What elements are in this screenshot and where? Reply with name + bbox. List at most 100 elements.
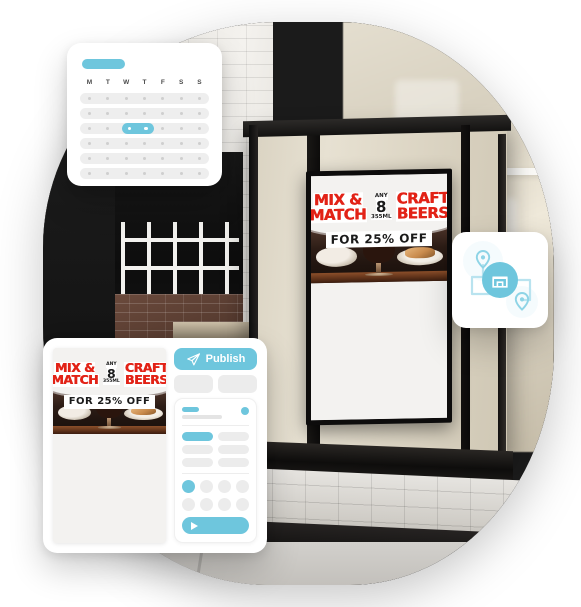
- calendar-selected-range[interactable]: [121, 123, 154, 134]
- option-pill[interactable]: [218, 458, 249, 467]
- locations-network-card[interactable]: [452, 232, 548, 328]
- calendar-day-cell[interactable]: [193, 123, 206, 134]
- calendar-week-row[interactable]: [80, 168, 209, 179]
- map-pin-dot: [519, 297, 525, 302]
- calendar-day-cell[interactable]: [120, 108, 133, 119]
- swatch-circle[interactable]: [182, 498, 195, 511]
- calendar-week-row[interactable]: [80, 153, 209, 164]
- ad-discount-text: FOR 25% OFF: [325, 230, 433, 249]
- option-pill[interactable]: [182, 445, 213, 454]
- calendar-day-cell[interactable]: [120, 93, 133, 104]
- calendar-day-cell[interactable]: [138, 93, 151, 104]
- calendar-selected-dot: [144, 126, 148, 131]
- schedule-calendar-card[interactable]: M T W T F S S: [67, 43, 222, 186]
- calendar-day-cell[interactable]: [193, 138, 206, 149]
- calendar-day-cell[interactable]: [138, 108, 151, 119]
- properties-title-pill: [182, 407, 199, 412]
- publish-button[interactable]: Publish: [174, 348, 257, 370]
- calendar-grid[interactable]: [80, 93, 209, 179]
- calendar-day-cell[interactable]: [101, 168, 114, 179]
- calendar-day-dot: [142, 97, 146, 100]
- calendar-day-cell[interactable]: [156, 153, 169, 164]
- calendar-day-cell[interactable]: [175, 108, 188, 119]
- calendar-day-cell[interactable]: [101, 108, 114, 119]
- calendar-day-dot: [179, 127, 183, 130]
- calendar-day-cell[interactable]: [193, 93, 206, 104]
- calendar-day-cell[interactable]: [156, 108, 169, 119]
- calendar-day-header: S: [178, 79, 184, 86]
- calendar-day-cell[interactable]: [138, 153, 151, 164]
- calendar-day-cell[interactable]: [175, 168, 188, 179]
- publish-button-label: Publish: [205, 353, 246, 365]
- calendar-day-cell[interactable]: [156, 123, 169, 134]
- calendar-day-dot: [142, 142, 146, 145]
- calendar-week-row[interactable]: [80, 93, 209, 104]
- swatch-circle[interactable]: [236, 480, 249, 493]
- calendar-day-cell[interactable]: [83, 153, 96, 164]
- swatch-circle[interactable]: [200, 498, 213, 511]
- secondary-button[interactable]: [218, 375, 257, 393]
- calendar-day-dot: [88, 97, 91, 100]
- calendar-day-cell[interactable]: [83, 108, 96, 119]
- calendar-day-cell[interactable]: [175, 123, 188, 134]
- calendar-day-cell[interactable]: [193, 153, 206, 164]
- calendar-day-header: S: [197, 79, 202, 86]
- calendar-day-cell[interactable]: [156, 168, 169, 179]
- ad-volume-label: 355ML: [103, 379, 120, 385]
- kiosk-display[interactable]: MIX & MATCH ANY 8 355ML CRAFT BEERS FOR …: [306, 168, 452, 426]
- calendar-day-cell[interactable]: [138, 168, 151, 179]
- ad-creative-preview: MIX & MATCH ANY 8 355ML CRAFT BEERS FOR …: [53, 348, 166, 543]
- calendar-day-dot: [106, 112, 110, 115]
- calendar-day-cell[interactable]: [193, 168, 206, 179]
- calendar-day-dot: [106, 127, 110, 130]
- panel-divider: [182, 473, 249, 474]
- swatch-circle[interactable]: [218, 498, 231, 511]
- calendar-day-dot: [124, 157, 128, 160]
- calendar-day-cell[interactable]: [156, 138, 169, 149]
- calendar-day-cell[interactable]: [83, 123, 96, 134]
- properties-status-dot[interactable]: [241, 407, 249, 415]
- calendar-day-cell[interactable]: [101, 153, 114, 164]
- option-pill[interactable]: [182, 458, 213, 467]
- calendar-day-cell[interactable]: [83, 93, 96, 104]
- calendar-day-dot: [179, 112, 183, 115]
- properties-subtitle-bar: [182, 415, 222, 419]
- calendar-day-cell[interactable]: [138, 138, 151, 149]
- content-editor-card[interactable]: MIX & MATCH ANY 8 355ML CRAFT BEERS FOR …: [43, 338, 267, 553]
- calendar-day-cell[interactable]: [83, 168, 96, 179]
- calendar-week-row[interactable]: [80, 138, 209, 149]
- option-pill[interactable]: [182, 432, 213, 441]
- calendar-day-cell[interactable]: [193, 108, 206, 119]
- calendar-day-cell[interactable]: [101, 138, 114, 149]
- option-pill-grid[interactable]: [182, 432, 249, 467]
- calendar-day-dot: [161, 112, 165, 115]
- photo-plate-left: [316, 246, 358, 267]
- preview-play-button[interactable]: [182, 517, 249, 534]
- calendar-day-cell[interactable]: [101, 123, 114, 134]
- calendar-week-row[interactable]: [80, 123, 209, 134]
- calendar-day-cell[interactable]: [175, 153, 188, 164]
- calendar-day-cell[interactable]: [156, 93, 169, 104]
- calendar-day-cell[interactable]: [120, 168, 133, 179]
- calendar-day-cell[interactable]: [101, 93, 114, 104]
- calendar-day-cell[interactable]: [120, 153, 133, 164]
- swatch-circle[interactable]: [236, 498, 249, 511]
- swatch-circle[interactable]: [182, 480, 195, 493]
- option-pill[interactable]: [218, 445, 249, 454]
- calendar-day-dot: [197, 157, 201, 160]
- calendar-day-dot: [161, 172, 165, 175]
- calendar-day-cell[interactable]: [175, 138, 188, 149]
- ad-copy-block: MIX & MATCH ANY 8 355ML CRAFT BEERS FOR …: [53, 361, 166, 409]
- swatch-circle[interactable]: [218, 480, 231, 493]
- swatch-circle-grid[interactable]: [182, 480, 249, 511]
- calendar-week-row[interactable]: [80, 108, 209, 119]
- calendar-day-cell[interactable]: [175, 93, 188, 104]
- ad-preview-pane[interactable]: MIX & MATCH ANY 8 355ML CRAFT BEERS FOR …: [53, 348, 166, 543]
- option-pill[interactable]: [218, 432, 249, 441]
- scene-root: MIX & MATCH ANY 8 355ML CRAFT BEERS FOR …: [0, 0, 581, 607]
- secondary-button[interactable]: [174, 375, 213, 393]
- calendar-day-cell[interactable]: [120, 138, 133, 149]
- calendar-day-header: W: [123, 79, 130, 86]
- swatch-circle[interactable]: [200, 480, 213, 493]
- calendar-day-cell[interactable]: [83, 138, 96, 149]
